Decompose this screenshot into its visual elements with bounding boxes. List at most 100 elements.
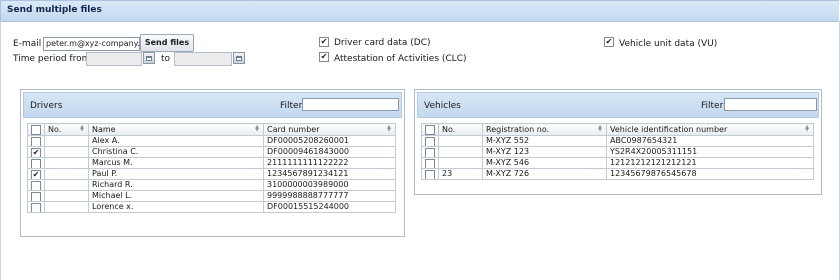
date-from-field[interactable] (86, 52, 142, 66)
column-header-no-label: No. (48, 125, 62, 134)
column-header-name[interactable]: Name ▲ ▼ (88, 123, 264, 136)
driver-row-checkbox[interactable] (31, 203, 41, 212)
driver-row-checkbox[interactable] (31, 192, 41, 201)
column-header-vin[interactable]: Vehicle identification number ▲ ▼ (606, 123, 814, 136)
driver-row[interactable]: Michael L. 9999988888777777 (27, 190, 396, 202)
sort-icon: ▲ ▼ (80, 124, 84, 133)
vehicle-select-cell (421, 135, 439, 147)
time-period-label: Time period from (13, 54, 91, 64)
column-header-card-number[interactable]: Card number ▲ ▼ (263, 123, 396, 136)
vehicle-no-cell (438, 146, 483, 158)
vehicle-vin-cell: YS2R4X20005311151 (606, 146, 814, 158)
driver-no-cell (44, 135, 89, 147)
driver-name-cell: Marcus M. (88, 157, 264, 169)
sort-icon: ▲ ▼ (805, 124, 809, 133)
sort-icon: ▲ ▼ (387, 124, 391, 133)
driver-card-cell: DF00015515244000 (263, 201, 396, 213)
driver-select-cell: ✔ (27, 168, 45, 180)
vehicle-registration-cell: M-XYZ 123 (482, 146, 607, 158)
drivers-select-all-checkbox[interactable] (31, 125, 41, 135)
driver-card-cell: DF00009461843000 (263, 146, 396, 158)
driver-row-checkbox[interactable] (31, 137, 41, 146)
vehicles-title: Vehicles (424, 101, 461, 111)
vehicle-row-checkbox[interactable] (425, 170, 435, 179)
drivers-filter-label: Filter (280, 101, 303, 111)
driver-name-cell: Alex A. (88, 135, 264, 147)
driver-select-cell (27, 135, 45, 147)
drivers-select-all-cell (27, 123, 45, 136)
vehicles-table-header: No. Registration no. ▲ ▼ Vehicle identific… (421, 123, 814, 136)
vehicles-panel-header: Vehicles Filter (417, 92, 819, 118)
drivers-table-header: No. ▲ ▼ Name ▲ ▼ Card number ▲ ▼ (27, 123, 396, 136)
driver-name-cell: Christina C. (88, 146, 264, 158)
vehicles-table: No. Registration no. ▲ ▼ Vehicle identific… (421, 123, 814, 180)
column-header-no[interactable]: No. (438, 123, 483, 136)
date-to-field[interactable] (174, 52, 232, 66)
driver-card-cell: DF00005208260001 (263, 135, 396, 147)
driver-row[interactable]: Lorence x. DF00015515244000 (27, 201, 396, 213)
drivers-panel: Drivers Filter No. ▲ ▼ Name ▲ ▼ Card number ▲… (20, 89, 405, 237)
calendar-to-icon[interactable] (233, 52, 245, 64)
vehicle-row[interactable]: 23 M-XYZ 726 12345679876545678 (421, 168, 814, 180)
column-header-vin-label: Vehicle identification number (610, 125, 728, 134)
vehicle-vin-cell: 12121212121212121 (606, 157, 814, 169)
driver-row[interactable]: ✔ Paul P. 1234567891234121 (27, 168, 396, 180)
vehicles-filter-input[interactable] (724, 98, 817, 111)
vehicle-no-cell (438, 157, 483, 169)
driver-select-cell (27, 190, 45, 202)
driver-row-checkbox[interactable] (31, 181, 41, 190)
vehicle-vin-cell: 12345679876545678 (606, 168, 814, 180)
to-label: to (161, 54, 171, 64)
vehicles-select-all-checkbox[interactable] (425, 125, 435, 135)
vehicles-panel: Vehicles Filter No. Registration no. ▲ ▼ V… (414, 89, 822, 195)
driver-card-cell: 3100000003989000 (263, 179, 396, 191)
vehicle-select-cell (421, 168, 439, 180)
drivers-title: Drivers (30, 101, 63, 111)
driver-row[interactable]: Richard R. 3100000003989000 (27, 179, 396, 191)
vehicle-no-cell (438, 135, 483, 147)
driver-row-checkbox[interactable]: ✔ (31, 148, 41, 157)
driver-card-label: Driver card data (DC) (334, 38, 431, 48)
column-header-registration[interactable]: Registration no. ▲ ▼ (482, 123, 607, 136)
driver-row-checkbox[interactable] (31, 159, 41, 168)
vehicle-row-checkbox[interactable] (425, 137, 435, 146)
vehicle-row-checkbox[interactable] (425, 159, 435, 168)
vehicle-registration-cell: M-XYZ 552 (482, 135, 607, 147)
vehicle-row[interactable]: M-XYZ 123 YS2R4X20005311151 (421, 146, 814, 158)
vehicle-unit-checkbox[interactable]: ✔ (604, 37, 614, 47)
drivers-panel-header: Drivers Filter (23, 92, 402, 118)
driver-card-cell: 1234567891234121 (263, 168, 396, 180)
vehicle-row[interactable]: M-XYZ 546 12121212121212121 (421, 157, 814, 169)
vehicle-vin-cell: ABC0987654321 (606, 135, 814, 147)
vehicles-select-all-cell (421, 123, 439, 136)
calendar-from-icon[interactable] (143, 52, 155, 64)
vehicles-filter-label: Filter (701, 101, 724, 111)
send-files-button[interactable]: Send files (140, 34, 194, 52)
driver-row[interactable]: Alex A. DF00005208260001 (27, 135, 396, 147)
email-field[interactable]: peter.m@xyz-company. (43, 37, 140, 51)
vehicle-no-cell: 23 (438, 168, 483, 180)
sort-icon: ▲ ▼ (255, 124, 259, 133)
column-header-card-number-label: Card number (267, 125, 320, 134)
driver-card-checkbox[interactable]: ✔ (319, 37, 329, 47)
sort-icon: ▲ ▼ (598, 124, 602, 133)
driver-select-cell (27, 157, 45, 169)
driver-row-checkbox[interactable]: ✔ (31, 170, 41, 179)
vehicle-registration-cell: M-XYZ 546 (482, 157, 607, 169)
driver-row[interactable]: ✔ Christina C. DF00009461843000 (27, 146, 396, 158)
vehicle-registration-cell: M-XYZ 726 (482, 168, 607, 180)
column-header-name-label: Name (92, 125, 116, 134)
attestation-checkbox[interactable]: ✔ (319, 52, 329, 62)
driver-no-cell (44, 157, 89, 169)
vehicle-row-checkbox[interactable] (425, 148, 435, 157)
driver-card-cell: 9999988888777777 (263, 190, 396, 202)
vehicle-row[interactable]: M-XYZ 552 ABC0987654321 (421, 135, 814, 147)
vehicle-select-cell (421, 146, 439, 158)
window-title-bar: Send multiple files (0, 0, 839, 22)
driver-no-cell (44, 190, 89, 202)
driver-card-cell: 2111111111122222 (263, 157, 396, 169)
drivers-filter-input[interactable] (302, 98, 399, 111)
column-header-no[interactable]: No. ▲ ▼ (44, 123, 89, 136)
driver-row[interactable]: Marcus M. 2111111111122222 (27, 157, 396, 169)
driver-no-cell (44, 179, 89, 191)
